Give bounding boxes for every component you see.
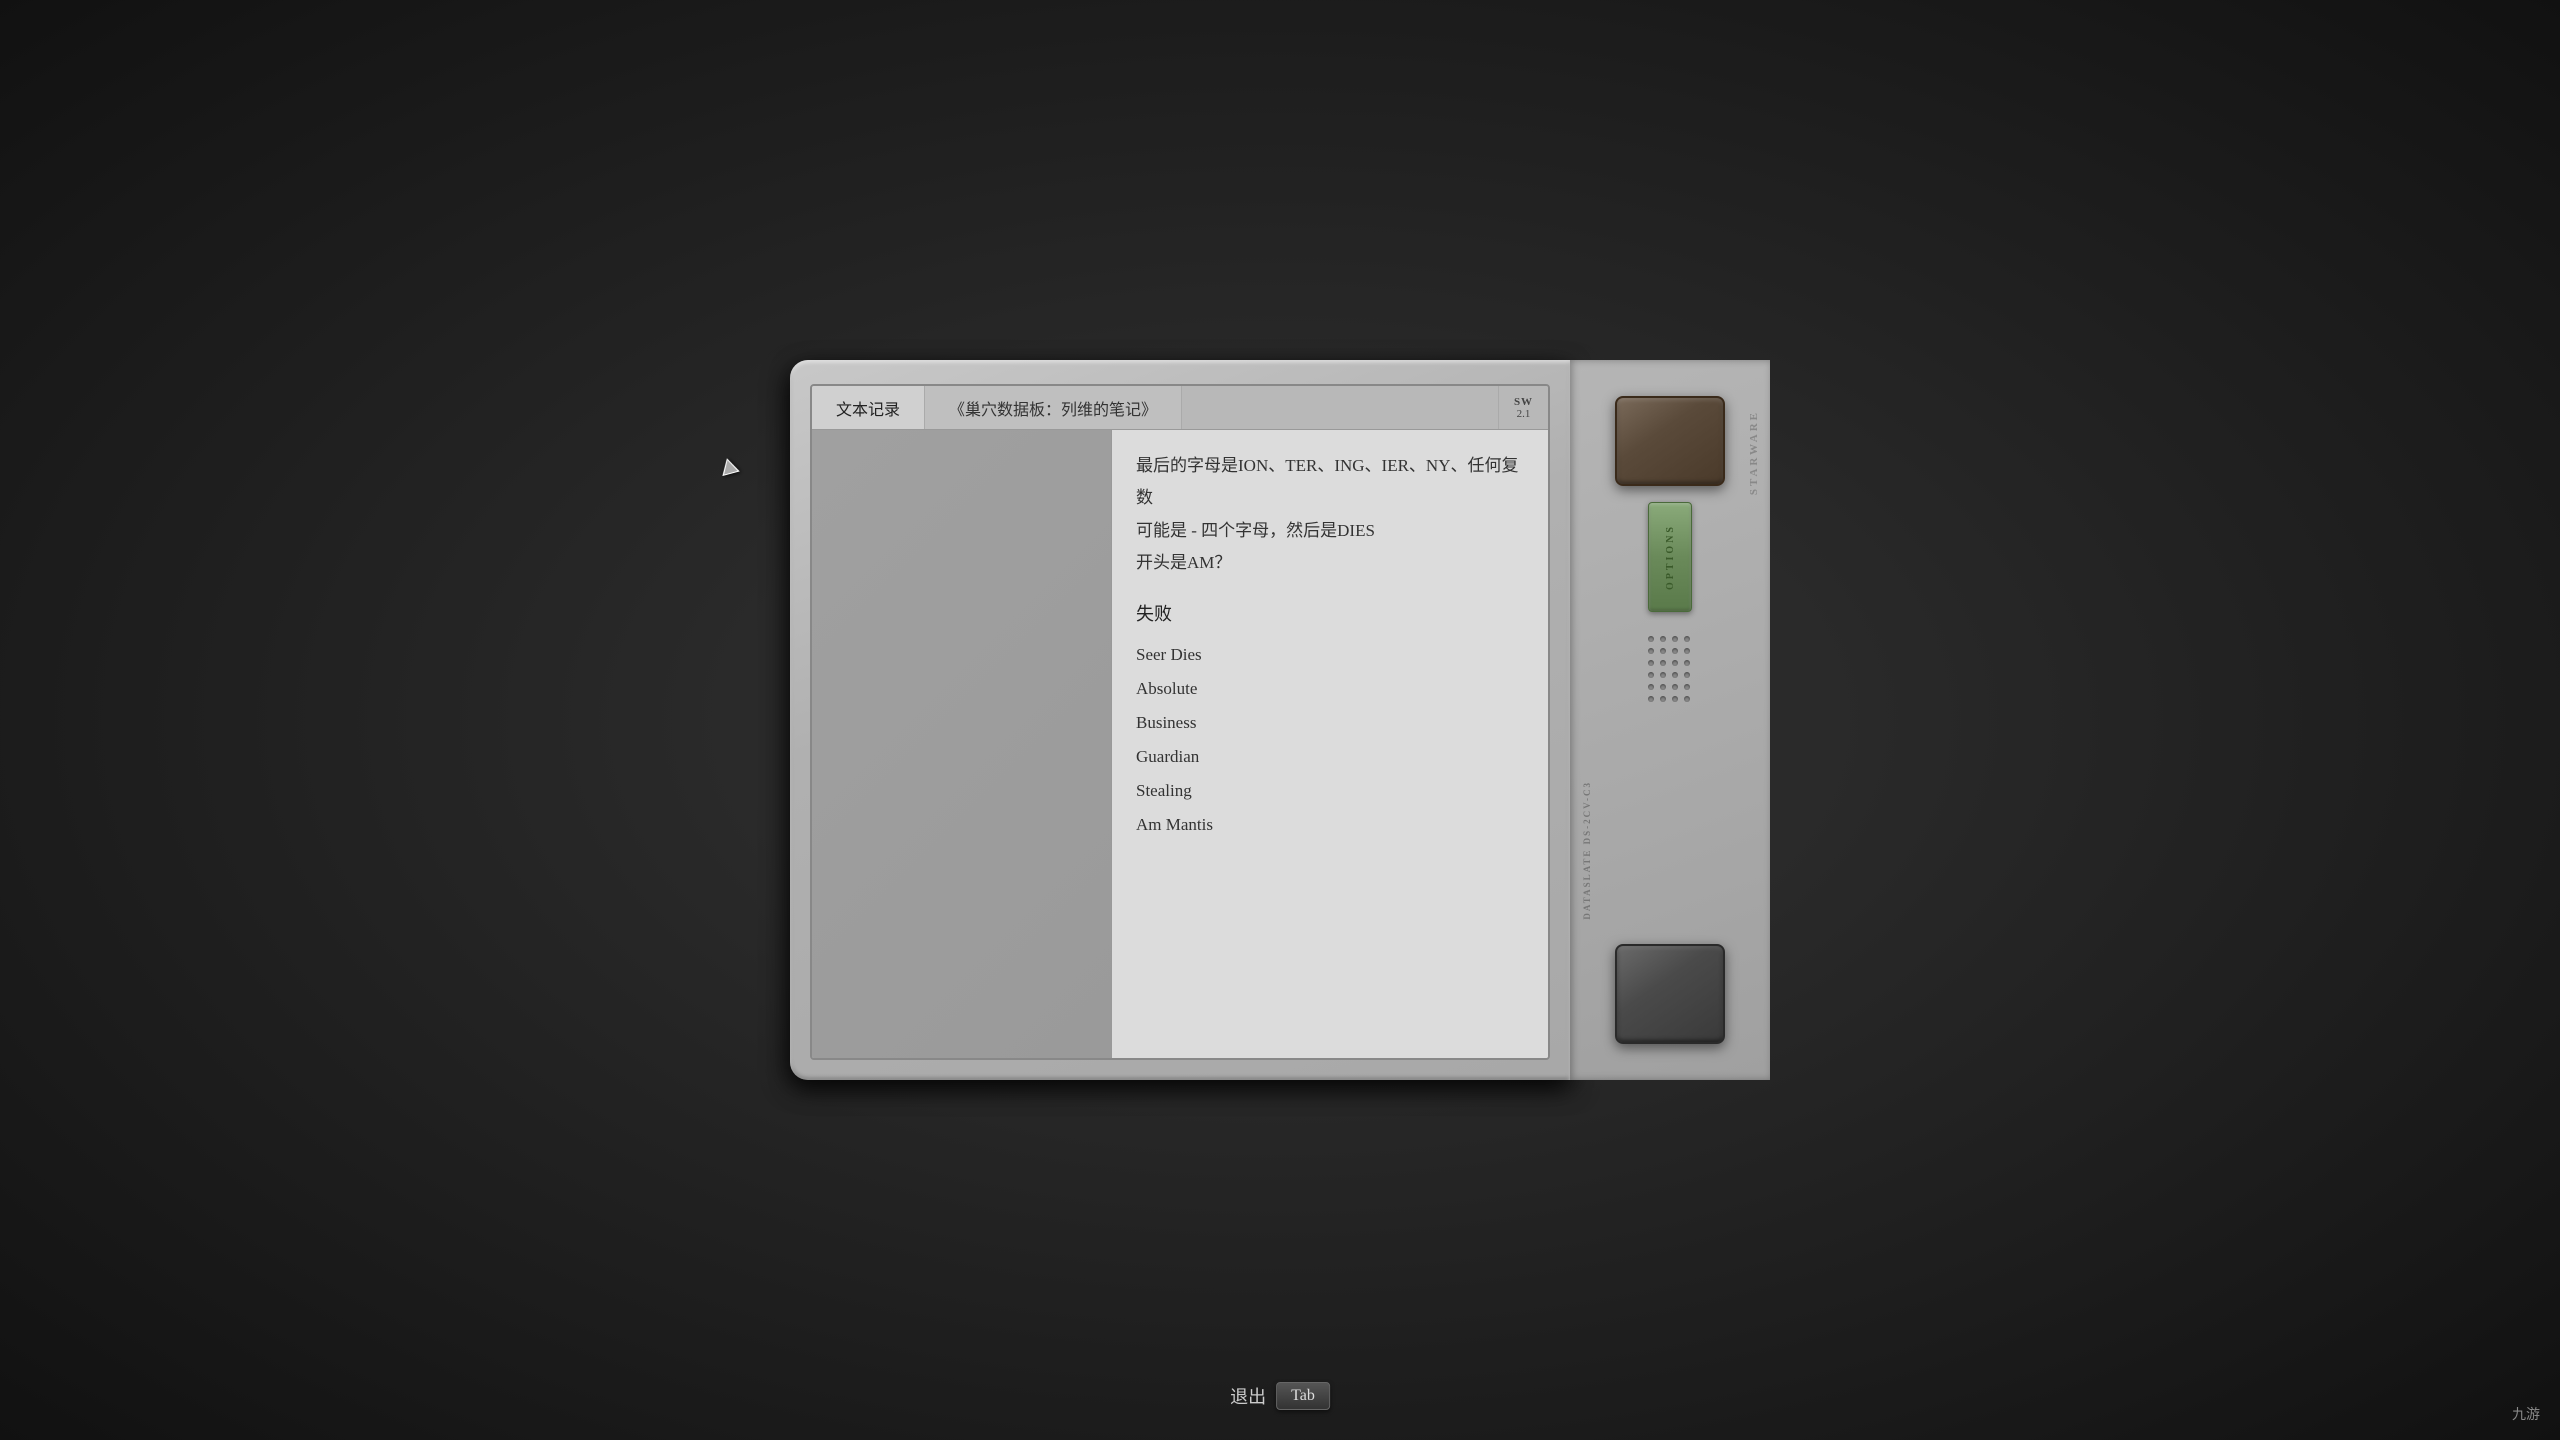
speaker-dot bbox=[1648, 636, 1654, 642]
speaker-dot bbox=[1672, 672, 1678, 678]
starware-label: STARWARE bbox=[1748, 410, 1760, 495]
tab-text-log[interactable]: 文本记录 bbox=[812, 386, 925, 429]
cursor-icon bbox=[718, 456, 740, 476]
main-content: 最后的字母是ION、TER、ING、IER、NY、任何复数 可能是 - 四个字母… bbox=[1112, 430, 1548, 1058]
speaker-dot bbox=[1660, 648, 1666, 654]
speaker-dot bbox=[1684, 636, 1690, 642]
list-item: Seer Dies bbox=[1136, 638, 1524, 672]
speaker-dot bbox=[1660, 660, 1666, 666]
right-panel: STARWARE OPTIONS bbox=[1570, 360, 1770, 1080]
speaker-dot bbox=[1648, 696, 1654, 702]
speaker-dot bbox=[1672, 660, 1678, 666]
speaker-dot bbox=[1684, 660, 1690, 666]
list-item: Guardian bbox=[1136, 740, 1524, 774]
speaker-dot bbox=[1648, 672, 1654, 678]
speaker-dot bbox=[1660, 684, 1666, 690]
top-button[interactable] bbox=[1615, 396, 1725, 486]
speaker-dot bbox=[1648, 684, 1654, 690]
speaker-dot bbox=[1660, 672, 1666, 678]
speaker-dot bbox=[1684, 648, 1690, 654]
hint-text: 最后的字母是ION、TER、ING、IER、NY、任何复数 可能是 - 四个字母… bbox=[1136, 450, 1524, 579]
ds-label: DATASLATE DS-2CV-C3 bbox=[1582, 781, 1592, 920]
list-items: Seer Dies Absolute Business Guardian Ste… bbox=[1136, 638, 1524, 842]
speaker-dot bbox=[1684, 672, 1690, 678]
tab-dataslate[interactable]: 《巢穴数据板：列维的笔记》 bbox=[925, 386, 1182, 429]
content-area: 最后的字母是ION、TER、ING、IER、NY、任何复数 可能是 - 四个字母… bbox=[812, 430, 1548, 1058]
watermark: 九游 bbox=[2512, 1404, 2540, 1424]
speaker-dot bbox=[1672, 648, 1678, 654]
screen-area: 文本记录 《巢穴数据板：列维的笔记》 SW 2.1 最后的字母是ION、TER、… bbox=[810, 384, 1550, 1060]
speaker-dot bbox=[1660, 696, 1666, 702]
speaker-dot bbox=[1684, 684, 1690, 690]
speaker-dot bbox=[1660, 636, 1666, 642]
sw-badge: SW 2.1 bbox=[1498, 386, 1548, 429]
device-container: 文本记录 《巢穴数据板：列维的笔记》 SW 2.1 最后的字母是ION、TER、… bbox=[790, 360, 1770, 1080]
bottom-button[interactable] bbox=[1615, 944, 1725, 1044]
tab-bar: 文本记录 《巢穴数据板：列维的笔记》 SW 2.1 bbox=[812, 386, 1548, 430]
thumbnail-panel bbox=[812, 430, 1112, 1058]
speaker-dot bbox=[1648, 660, 1654, 666]
speaker-dot bbox=[1672, 696, 1678, 702]
speaker-dot bbox=[1684, 696, 1690, 702]
section-title: 失败 bbox=[1136, 599, 1524, 630]
speaker-dot bbox=[1672, 636, 1678, 642]
list-item: Stealing bbox=[1136, 774, 1524, 808]
slate-body: 文本记录 《巢穴数据板：列维的笔记》 SW 2.1 最后的字母是ION、TER、… bbox=[790, 360, 1570, 1080]
list-item: Am Mantis bbox=[1136, 808, 1524, 842]
speaker-grille bbox=[1648, 636, 1692, 704]
list-item: Business bbox=[1136, 706, 1524, 740]
speaker-dot bbox=[1672, 684, 1678, 690]
exit-label: 退出 bbox=[1230, 1383, 1266, 1409]
tab-key[interactable]: Tab bbox=[1276, 1382, 1330, 1410]
options-button[interactable]: OPTIONS bbox=[1648, 502, 1692, 612]
list-item: Absolute bbox=[1136, 672, 1524, 706]
speaker-dot bbox=[1648, 648, 1654, 654]
bottom-bar: 退出 Tab bbox=[1230, 1382, 1330, 1410]
